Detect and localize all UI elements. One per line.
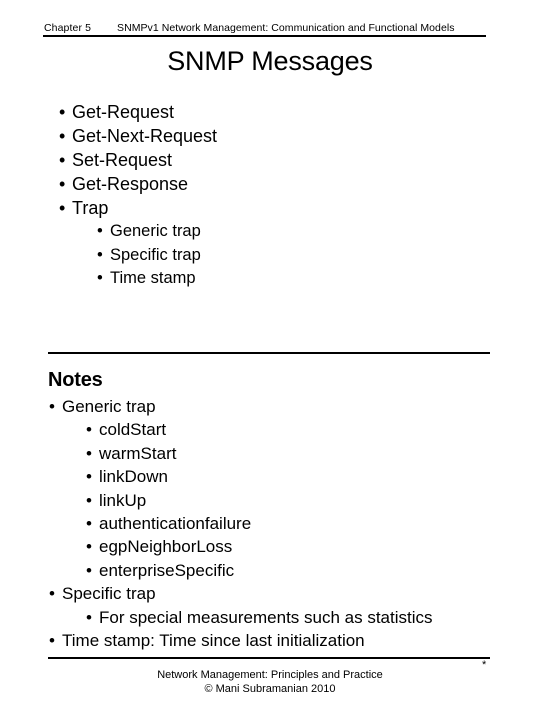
bullet-icon: • <box>86 420 92 440</box>
bullet-icon: • <box>86 514 92 534</box>
bullet-icon: • <box>59 174 66 194</box>
bullet-icon: • <box>59 198 66 218</box>
bullet-icon: • <box>86 560 92 580</box>
list-item-label: warmStart <box>99 443 177 463</box>
bullet-icon: • <box>86 607 92 627</box>
bullet-icon: • <box>49 584 55 604</box>
list-item-label: Time stamp <box>110 269 196 287</box>
list-item-label: Get-Next-Request <box>72 126 218 146</box>
slide-canvas: Chapter 5 SNMPv1 Network Management: Comm… <box>0 0 540 720</box>
bullet-icon: • <box>97 245 103 264</box>
header-divider <box>43 35 486 37</box>
list-item-label: linkDown <box>99 467 168 487</box>
list-item: • Generic trap <box>49 395 529 418</box>
list-item: • authenticationfailure <box>86 512 529 535</box>
footer-credit: Network Management: Principles and Pract… <box>0 668 540 696</box>
footer-divider <box>48 657 490 659</box>
footer-line-title: Network Management: Principles and Pract… <box>157 669 383 681</box>
list-item: • linkUp <box>86 489 529 512</box>
bullet-icon: • <box>97 222 103 240</box>
list-item: • Set-Request <box>59 148 499 172</box>
list-item: • Get-Next-Request <box>59 124 499 148</box>
chapter-subtitle: SNMPv1 Network Management: Communication… <box>117 22 455 34</box>
list-item: • Get-Response <box>59 172 499 196</box>
list-item-label: egpNeighborLoss <box>99 537 233 557</box>
list-item: • Time stamp: Time since last initializa… <box>49 629 529 652</box>
list-item-label: Get-Response <box>72 174 189 194</box>
snmp-messages-list: • Get-Request • Get-Next-Request • Set-R… <box>59 100 499 291</box>
list-item: • Specific trap <box>97 244 499 268</box>
list-item-label: Specific trap <box>110 245 201 264</box>
list-item: • Get-Request <box>59 100 499 124</box>
slide-header: Chapter 5 SNMPv1 Network Management: Comm… <box>44 18 486 34</box>
list-item: • For special measurements such as stati… <box>86 606 529 629</box>
bullet-icon: • <box>59 102 66 122</box>
bullet-icon: • <box>86 443 92 463</box>
bullet-icon: • <box>49 397 55 416</box>
list-item-label: Set-Request <box>72 150 173 170</box>
bullet-icon: • <box>97 269 103 287</box>
notes-list: • Generic trap • coldStart • warmStart •… <box>49 395 529 652</box>
list-item: • Specific trap <box>49 582 529 605</box>
list-item-label: coldStart <box>99 420 167 440</box>
page-title: SNMP Messages <box>167 46 373 76</box>
list-item-label: For special measurements such as statist… <box>99 607 433 627</box>
list-item: • Time stamp <box>97 267 499 291</box>
bullet-icon: • <box>86 467 92 487</box>
list-item-label: Generic trap <box>110 222 201 240</box>
list-item-label: Generic trap <box>62 397 156 416</box>
list-item-label: linkUp <box>99 490 147 510</box>
list-item: • Generic trap <box>97 220 499 244</box>
list-item-label: enterpriseSpecific <box>99 560 235 580</box>
bullet-icon: • <box>59 126 66 146</box>
bullet-icon: • <box>49 631 55 651</box>
list-item-label: Specific trap <box>62 584 156 604</box>
list-item-label: Get-Request <box>72 102 175 122</box>
list-item-label: authenticationfailure <box>99 514 252 534</box>
notes-divider <box>48 352 490 354</box>
bullet-icon: • <box>86 490 92 510</box>
footer-line-copyright: © Mani Subramanian 2010 <box>204 683 336 695</box>
bullet-icon: • <box>59 150 66 170</box>
bullet-icon: • <box>86 537 92 557</box>
list-item: • warmStart <box>86 442 529 465</box>
list-item-label: Time stamp: Time since last initializati… <box>62 631 365 651</box>
list-item: • enterpriseSpecific <box>86 559 529 582</box>
list-item: • coldStart <box>86 418 529 441</box>
chapter-label: Chapter 5 <box>44 22 92 34</box>
list-item: • linkDown <box>86 465 529 488</box>
list-item: • egpNeighborLoss <box>86 535 529 558</box>
notes-heading: Notes <box>48 369 103 391</box>
list-item-label: Trap <box>72 198 109 218</box>
list-item: • Trap <box>59 196 499 220</box>
